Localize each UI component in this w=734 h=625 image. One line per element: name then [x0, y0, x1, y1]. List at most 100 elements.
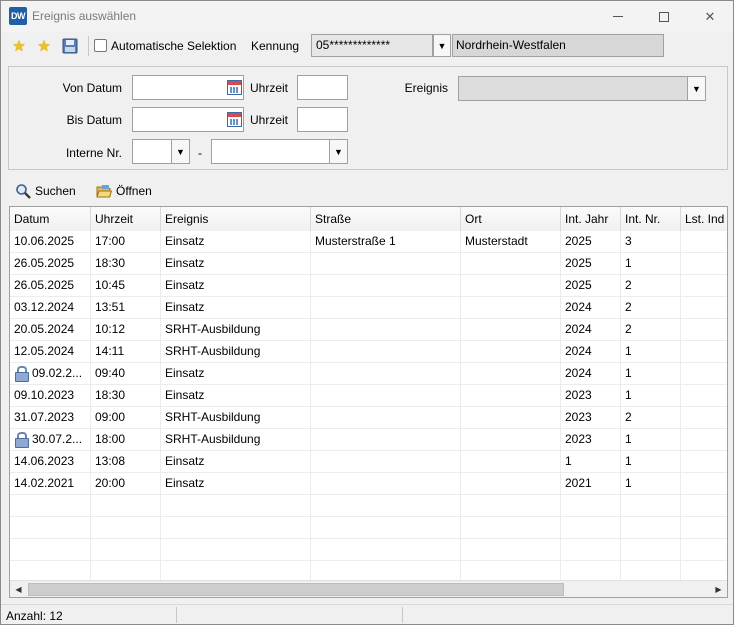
table-cell-ereignis: Einsatz — [161, 363, 311, 385]
state-field: Nordrhein-Westfalen — [452, 34, 664, 57]
column-header-uhrzeit[interactable]: Uhrzeit — [91, 207, 161, 231]
table-row-empty — [10, 517, 727, 539]
table-cell-lst-ind — [681, 253, 727, 275]
table-cell-ereignis: SRHT-Ausbildung — [161, 319, 311, 341]
column-header-ereignis[interactable]: Ereignis — [161, 207, 311, 231]
table-row[interactable]: 26.05.2025 10:45 Einsatz 2025 2 — [10, 275, 727, 297]
table-cell-empty — [10, 539, 91, 561]
table-cell-ereignis: Einsatz — [161, 473, 311, 495]
table-cell-int-nr: 2 — [621, 275, 681, 297]
table-cell-datum: 30.07.2... — [10, 429, 91, 451]
column-header-lst-ind[interactable]: Lst. Ind — [681, 207, 727, 231]
column-header-ort[interactable]: Ort — [461, 207, 561, 231]
event-table[interactable]: Datum Uhrzeit Ereignis Straße Ort Int. Jahr In… — [9, 206, 728, 598]
magnifier-graphic — [16, 184, 31, 199]
search-button[interactable]: Suchen — [15, 183, 76, 199]
table-row[interactable]: 09.10.2023 18:30 Einsatz 2023 1 — [10, 385, 727, 407]
table-cell-int-jahr: 2025 — [561, 231, 621, 253]
interne-nr-year-dropdown-button[interactable]: ▼ — [171, 140, 189, 163]
disk-icon[interactable] — [61, 37, 79, 55]
table-header: Datum Uhrzeit Ereignis Straße Ort Int. Jahr In… — [10, 207, 727, 231]
bis-uhrzeit-input[interactable] — [297, 107, 348, 132]
table-cell-int-nr: 2 — [621, 319, 681, 341]
kennung-field[interactable]: 05************* — [311, 34, 433, 57]
bis-datum-calendar-button[interactable] — [224, 108, 244, 131]
table-cell-uhrzeit: 17:00 — [91, 231, 161, 253]
toolbar: ★ ★ Automatische Selektion Kennung 05***… — [1, 32, 733, 60]
star-gear-icon[interactable]: ★ — [35, 37, 53, 55]
scroll-right-button[interactable]: ▶ — [710, 581, 727, 597]
table-cell-empty — [461, 517, 561, 539]
table-row[interactable]: 26.05.2025 18:30 Einsatz 2025 1 — [10, 253, 727, 275]
table-cell-lst-ind — [681, 275, 727, 297]
interne-nr-dash: - — [198, 146, 202, 160]
horizontal-scrollbar[interactable]: ◀ ▶ — [10, 580, 727, 597]
table-row[interactable]: 14.02.2021 20:00 Einsatz 2021 1 — [10, 473, 727, 495]
table-row[interactable]: 14.06.2023 13:08 Einsatz 1 1 — [10, 451, 727, 473]
table-cell-uhrzeit: 13:08 — [91, 451, 161, 473]
close-button[interactable]: ✕ — [687, 1, 733, 32]
table-row[interactable]: 12.05.2024 14:11 SRHT-Ausbildung 2024 1 — [10, 341, 727, 363]
minimize-button[interactable] — [595, 1, 641, 32]
table-row[interactable]: 30.07.2... 18:00 SRHT-Ausbildung 2023 1 — [10, 429, 727, 451]
table-cell-lst-ind — [681, 451, 727, 473]
ereignis-dropdown-button[interactable]: ▼ — [687, 77, 705, 100]
scroll-thumb[interactable] — [28, 583, 564, 596]
table-cell-int-jahr: 2024 — [561, 319, 621, 341]
kennung-label: Kennung — [251, 39, 300, 53]
bis-uhrzeit-label: Uhrzeit — [249, 113, 288, 127]
window-title: Ereignis auswählen — [32, 9, 137, 23]
ereignis-label: Ereignis — [404, 81, 448, 95]
star-plus-icon[interactable]: ★ — [10, 37, 28, 55]
table-row[interactable]: 10.06.2025 17:00 Einsatz Musterstraße 1 Must… — [10, 231, 727, 253]
auto-selection-checkbox[interactable] — [94, 39, 107, 52]
table-cell-empty — [91, 539, 161, 561]
table-cell-ort — [461, 429, 561, 451]
table-cell-empty — [681, 517, 727, 539]
table-cell-int-nr: 1 — [621, 253, 681, 275]
arrow-left-icon: ◀ — [15, 585, 22, 594]
chevron-down-icon: ▼ — [176, 146, 185, 157]
bis-datum-input[interactable] — [132, 107, 244, 132]
table-cell-int-nr: 1 — [621, 363, 681, 385]
scroll-left-button[interactable]: ◀ — [10, 581, 27, 597]
maximize-button[interactable] — [641, 1, 687, 32]
von-uhrzeit-input[interactable] — [297, 75, 348, 100]
table-cell-strasse: Musterstraße 1 — [311, 231, 461, 253]
table-cell-datum: 09.02.2... — [10, 363, 91, 385]
chevron-down-icon: ▼ — [334, 146, 343, 157]
table-cell-uhrzeit: 10:45 — [91, 275, 161, 297]
table-row[interactable]: 03.12.2024 13:51 Einsatz 2024 2 — [10, 297, 727, 319]
kennung-dropdown-button[interactable]: ▼ — [433, 34, 451, 57]
table-cell-text: 09.02.2... — [32, 366, 83, 380]
auto-selection-label[interactable]: Automatische Selektion — [111, 39, 236, 53]
column-header-int-nr[interactable]: Int. Nr. — [621, 207, 681, 231]
table-cell-int-jahr: 2023 — [561, 429, 621, 451]
von-datum-input[interactable] — [132, 75, 244, 100]
table-cell-empty — [311, 517, 461, 539]
calendar-icon — [226, 80, 242, 95]
table-cell-empty — [10, 495, 91, 517]
table-body: 10.06.2025 17:00 Einsatz Musterstraße 1 Must… — [10, 231, 727, 597]
table-cell-int-nr: 3 — [621, 231, 681, 253]
column-header-strasse[interactable]: Straße — [311, 207, 461, 231]
open-button[interactable]: Öffnen — [96, 183, 152, 199]
von-datum-calendar-button[interactable] — [224, 76, 244, 99]
table-cell-ereignis: Einsatz — [161, 385, 311, 407]
table-cell-ort — [461, 319, 561, 341]
table-cell-strasse — [311, 429, 461, 451]
column-header-int-jahr[interactable]: Int. Jahr — [561, 207, 621, 231]
table-row[interactable]: 31.07.2023 09:00 SRHT-Ausbildung 2023 2 — [10, 407, 727, 429]
table-cell-empty — [621, 495, 681, 517]
table-row[interactable]: 20.05.2024 10:12 SRHT-Ausbildung 2024 2 — [10, 319, 727, 341]
table-cell-uhrzeit: 18:30 — [91, 253, 161, 275]
interne-nr-number-select[interactable]: ▼ — [211, 139, 348, 164]
ereignis-select[interactable]: ▼ — [458, 76, 706, 101]
column-header-datum[interactable]: Datum — [10, 207, 91, 231]
interne-nr-number-dropdown-button[interactable]: ▼ — [329, 140, 347, 163]
interne-nr-year-select[interactable]: ▼ — [132, 139, 190, 164]
table-cell-ort — [461, 297, 561, 319]
table-cell-datum: 26.05.2025 — [10, 253, 91, 275]
chevron-down-icon: ▼ — [692, 83, 701, 94]
table-row[interactable]: 09.02.2... 09:40 Einsatz 2024 1 — [10, 363, 727, 385]
